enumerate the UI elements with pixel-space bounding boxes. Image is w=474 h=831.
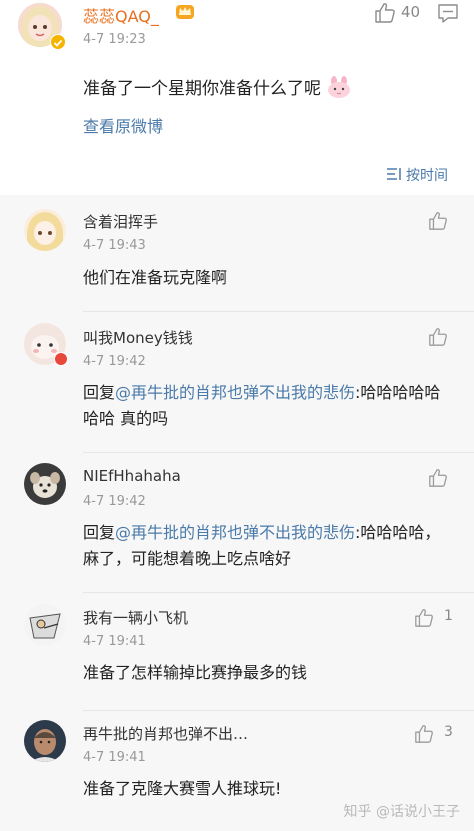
post-text: 准备了一个星期你准备什么了呢 (83, 74, 352, 99)
comment-like-button[interactable] (428, 327, 448, 351)
comment-divider (83, 710, 474, 711)
comment-like-button[interactable] (414, 608, 434, 632)
zhihu-watermark: 知乎 @话说小王子 (343, 804, 460, 820)
comment-text: 准备了克隆大赛雪人推球玩! (83, 779, 282, 798)
comment-divider (83, 452, 474, 453)
comment-like-button[interactable] (428, 468, 448, 492)
comment-time: 4-7 19:41 (83, 750, 146, 765)
comment-avatar[interactable] (24, 604, 66, 646)
post-like-button[interactable] (374, 2, 396, 28)
comment-avatar[interactable] (24, 463, 66, 505)
comment-time: 4-7 19:42 (83, 494, 146, 509)
comment-divider (83, 592, 474, 593)
level-badge-icon (54, 352, 68, 366)
thumb-up-icon (375, 3, 395, 23)
reply-prefix: 回复 (83, 523, 116, 542)
mention-link[interactable]: @再牛批的肖邦也弹不出我的悲伤 (115, 383, 355, 402)
post-author-name[interactable]: 蕊蕊QAQ_ (83, 3, 159, 27)
view-original-link[interactable]: 查看原微博 (83, 113, 163, 137)
thumb-up-icon (415, 725, 433, 743)
comment-like-button[interactable] (414, 724, 434, 748)
thumb-up-icon (429, 328, 447, 346)
verified-badge-icon (50, 34, 66, 50)
comment-avatar[interactable] (24, 720, 66, 762)
crown-badge-icon (175, 2, 195, 24)
comment-author-name[interactable]: 含着泪挥手 (83, 211, 158, 232)
thumb-up-icon (415, 609, 433, 627)
comment-author-name[interactable]: 再牛批的肖邦也弹不出… (83, 723, 248, 744)
comment-time: 4-7 19:42 (83, 354, 146, 369)
comment-icon[interactable] (437, 2, 459, 28)
comment-text: 准备了怎样输掉比赛挣最多的钱 (83, 663, 308, 682)
mention-link[interactable]: @再牛批的肖邦也弹不出我的悲伤 (115, 523, 355, 542)
bunny-emoji-icon (328, 76, 351, 98)
comment-text: 回复@再牛批的肖邦也弹不出我的悲伤:哈哈哈哈，麻了，可能想着晚上吃点啥好 (83, 520, 453, 572)
comment-divider (83, 311, 474, 312)
comment-author-name[interactable]: 我有一辆小飞机 (83, 607, 188, 628)
comment-avatar[interactable] (24, 209, 66, 251)
sort-icon (386, 168, 401, 180)
comment-text: 回复@再牛批的肖邦也弹不出我的悲伤:哈哈哈哈哈哈哈 真的吗 (83, 380, 453, 432)
thumb-up-icon (429, 212, 447, 230)
comment-like-count: 3 (444, 724, 453, 740)
comment-like-count: 1 (444, 608, 453, 624)
comment-like-button[interactable] (428, 211, 448, 235)
comment-time: 4-7 19:43 (83, 238, 146, 253)
comment-author-name[interactable]: NIEfHhahaha (83, 467, 181, 485)
sort-label: 按时间 (406, 168, 448, 184)
post-time: 4-7 19:23 (83, 32, 146, 47)
comment-text: 他们在准备玩克隆啊 (83, 268, 228, 287)
comment-time: 4-7 19:41 (83, 634, 146, 649)
thumb-up-icon (429, 469, 447, 487)
sort-by-time-button[interactable]: 按时间 (386, 165, 448, 185)
comment-author-name[interactable]: 叫我Money钱钱 (83, 327, 193, 348)
reply-prefix: 回复 (83, 383, 116, 402)
post-like-count: 40 (401, 3, 421, 21)
